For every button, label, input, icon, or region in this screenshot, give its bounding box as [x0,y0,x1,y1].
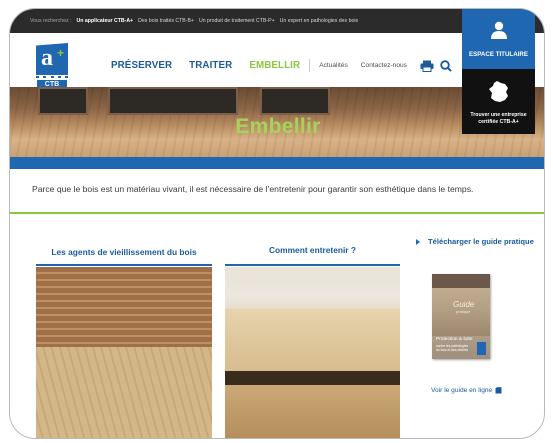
column-title-agents[interactable]: Les agents de vieillissement du bois [36,247,212,257]
arrow-right-icon [416,239,420,245]
topbar-lead: Vous recherchez : [30,18,72,24]
column-title-entretenir[interactable]: Comment entretenir ? [225,245,400,255]
logo-letter: a [41,45,53,71]
trouver-entreprise-button[interactable]: Trouver une entreprise certifiée CTB-A+ [462,69,535,134]
hero-window [260,87,330,115]
hero-window [108,87,238,115]
browser-frame: Vous recherchez : Un applicateur CTB-A+ … [9,8,545,439]
image-slats [36,267,212,347]
topbar-link-applicateur[interactable]: Un applicateur CTB-A+ [77,18,134,24]
topbar-link-bois-traites[interactable]: Des bois traités CTB-B+ [138,18,194,24]
logo-dots [36,76,68,78]
guide-cover-band-title: Protection & lutte [436,337,473,342]
guide-cover-image[interactable]: Guide pratique Protection & lutte contre… [432,274,490,359]
book-icon [495,387,502,394]
voir-guide-label: Voir le guide en ligne [431,387,493,394]
image-wood-deck[interactable] [36,267,212,438]
nav-traiter[interactable]: TRAITER [189,60,232,71]
main-nav: PRÉSERVER TRAITER EMBELLIR Actualités Co… [111,59,458,72]
nav-contact[interactable]: Contactez-nous [361,62,407,69]
column-bar [36,264,212,266]
guide-cover-title: Guide [453,300,475,309]
image-deck [36,347,212,438]
blue-divider [10,157,544,169]
search-icon[interactable] [439,59,453,72]
topbar-link-produit[interactable]: Un produit de traitement CTB-P+ [199,18,275,24]
print-icon[interactable] [420,60,434,72]
site-logo[interactable]: a + CTB [36,43,68,88]
image-board [225,385,400,438]
nav-preserver[interactable]: PRÉSERVER [111,60,172,71]
nav-actualites[interactable]: Actualités [319,62,348,69]
espace-titulaire-button[interactable]: ESPACE TITULAIRE [462,9,535,69]
logo-plus: + [56,46,64,60]
nav-embellir[interactable]: EMBELLIR [249,60,300,71]
green-divider [10,212,544,214]
topbar-link-expert[interactable]: Un expert en pathologies des bois [280,18,358,24]
hero-window [38,87,88,115]
image-board [225,309,400,371]
guide-cover-band-subtitle: contre les pathologies du bois et des dé… [436,344,469,352]
column-bar [225,264,400,266]
intro-text: Parce que le bois est un matériau vivant… [32,184,474,194]
guide-cover-badge [477,342,486,355]
trouver-entreprise-label: Trouver une entreprise certifiée CTB-A+ [470,112,527,125]
sidebar-download[interactable]: Télécharger le guide pratique [416,237,536,247]
image-shadow [225,371,400,385]
guide-cover-top [432,274,490,288]
guide-cover-subtitle: pratique [456,309,471,314]
download-guide-label: Télécharger le guide pratique [428,237,534,246]
voir-guide-link[interactable]: Voir le guide en ligne [431,387,502,394]
image-wood-boards[interactable] [225,267,400,438]
espace-titulaire-label: ESPACE TITULAIRE [468,51,528,58]
nav-separator [309,59,311,72]
download-guide-link[interactable]: Télécharger le guide pratique [416,237,536,247]
logo-mark: a + [36,43,68,75]
user-icon [491,21,507,39]
france-map-icon [489,81,508,102]
